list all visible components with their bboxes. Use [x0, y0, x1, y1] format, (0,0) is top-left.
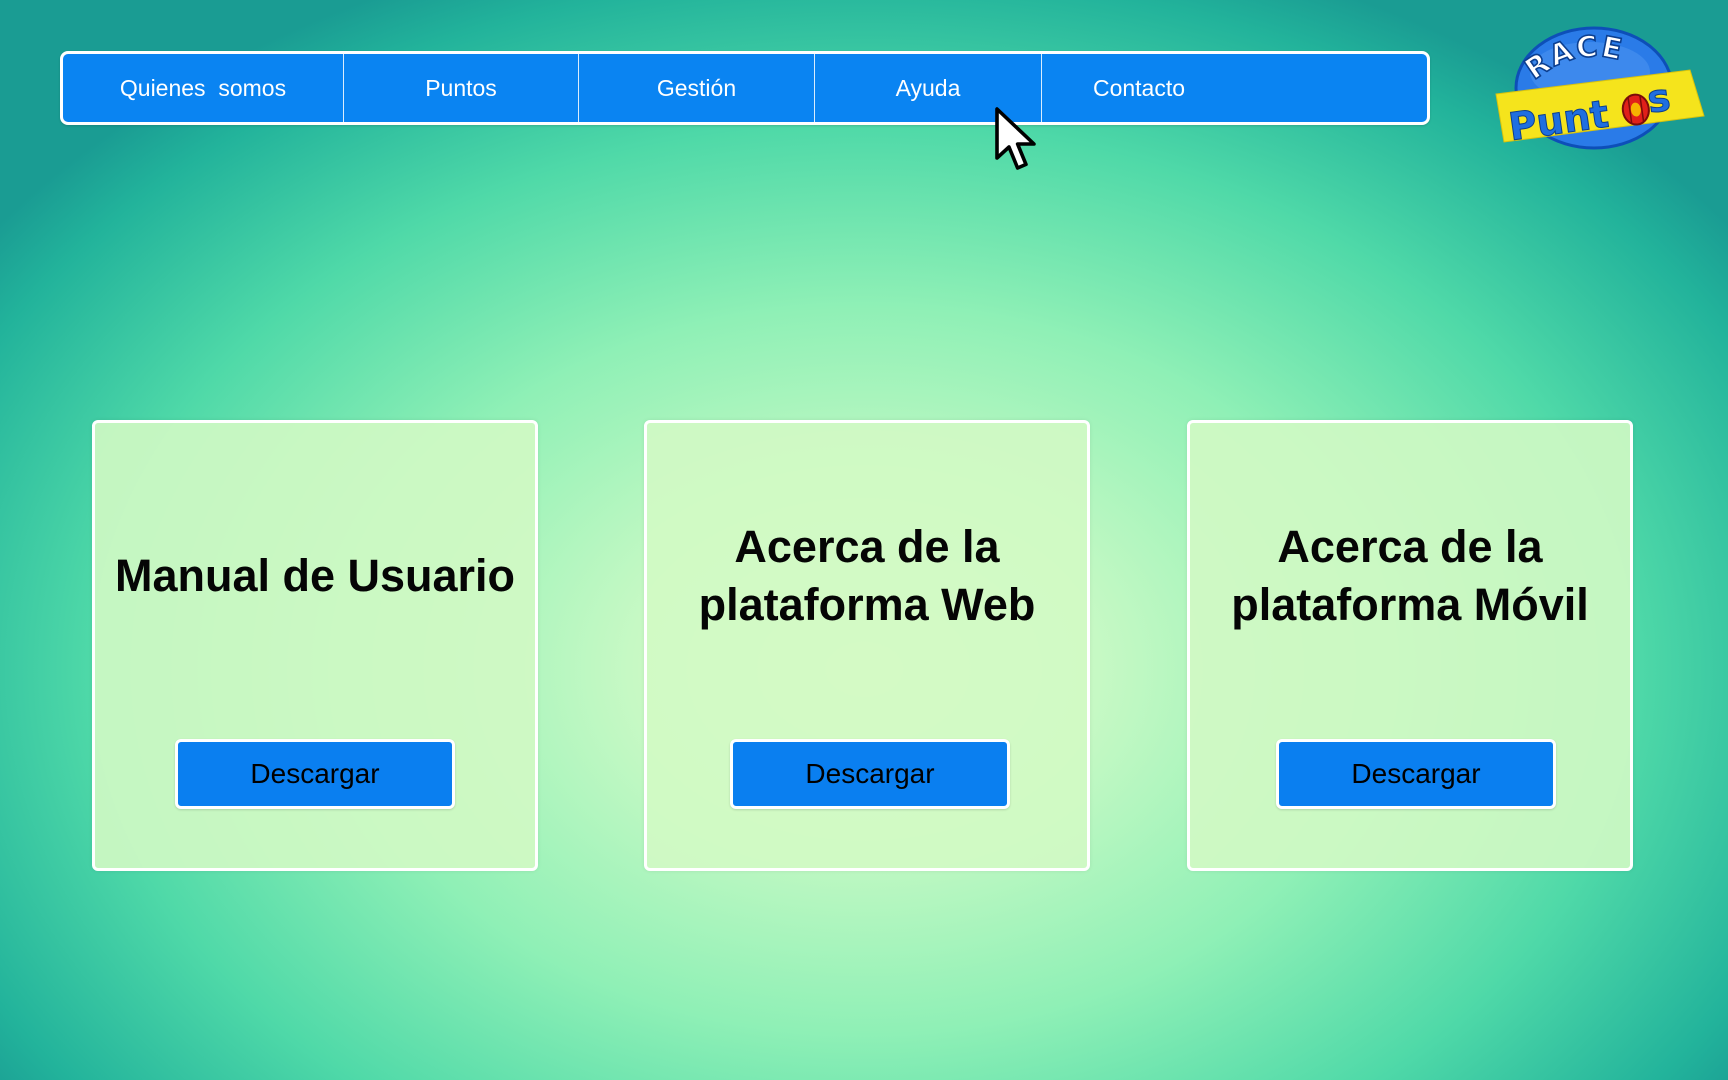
- download-button[interactable]: Descargar: [1276, 739, 1556, 809]
- card-title-line: plataforma Móvil: [1231, 578, 1589, 630]
- card-plataforma-web: Acerca de la plataforma Web Descargar: [644, 420, 1090, 871]
- mouse-pointer-icon: [995, 107, 1036, 170]
- main-navbar: Quienes somos Puntos Gestión Ayuda Conta…: [60, 51, 1430, 125]
- card-title-line: Acerca de la: [1277, 520, 1543, 572]
- card-title: Acerca de la plataforma Móvil: [1200, 423, 1620, 728]
- card-manual-usuario: Manual de Usuario Descargar: [92, 420, 538, 871]
- card-plataforma-movil: Acerca de la plataforma Móvil Descargar: [1187, 420, 1633, 871]
- download-button[interactable]: Descargar: [730, 739, 1010, 809]
- card-title-line: Acerca de la: [734, 520, 1000, 572]
- nav-item-gestion[interactable]: Gestión: [579, 54, 815, 122]
- download-button[interactable]: Descargar: [175, 739, 455, 809]
- nav-item-quienes-somos[interactable]: Quienes somos: [63, 54, 344, 122]
- nav-item-puntos[interactable]: Puntos: [344, 54, 579, 122]
- card-title: Acerca de la plataforma Web: [657, 423, 1077, 728]
- card-title-line: Manual de Usuario: [114, 549, 516, 601]
- card-title-line: plataforma Web: [698, 578, 1036, 630]
- card-title: Manual de Usuario: [105, 423, 525, 728]
- race-puntos-logo[interactable]: RACE Punt s: [1490, 24, 1708, 152]
- nav-item-contacto[interactable]: Contacto: [1042, 54, 1236, 122]
